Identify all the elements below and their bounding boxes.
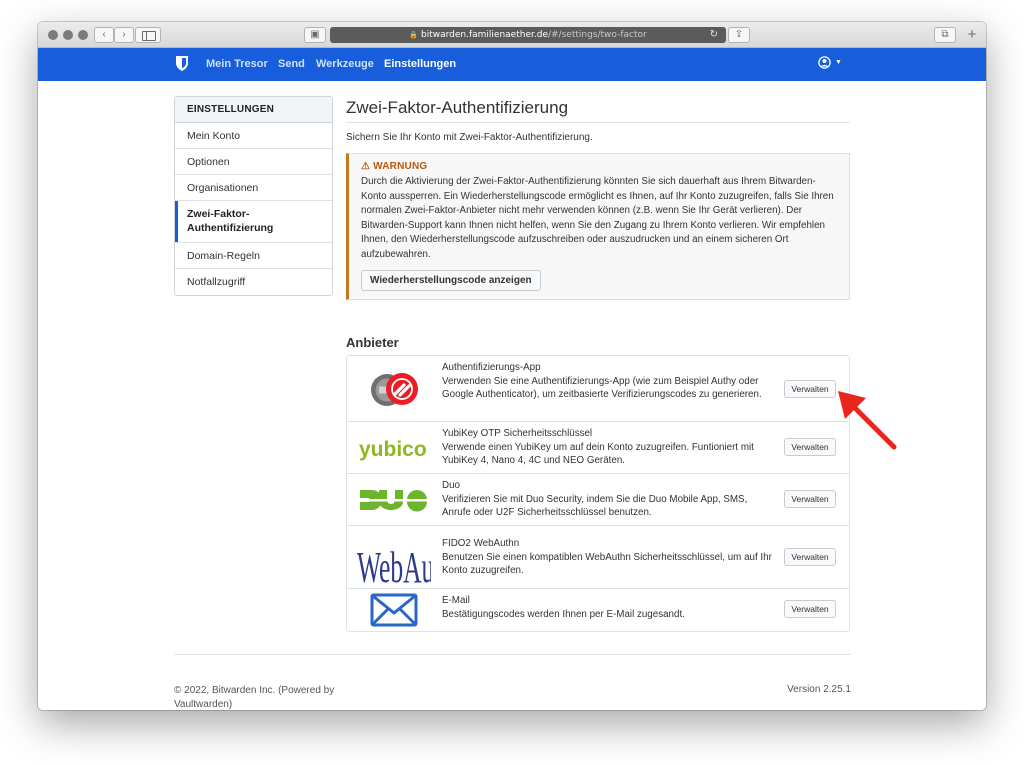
providers-list: Authentifizierungs-App Verwenden Sie ein… xyxy=(346,355,850,632)
warning-title: ⚠ WARNUNG xyxy=(361,161,837,172)
main-panel: Zwei-Faktor-Authentifizierung Sichern Si… xyxy=(346,96,850,632)
manage-email-button[interactable]: Verwalten xyxy=(784,600,836,618)
address-bar[interactable]: 🔒 bitwarden.familienaether.de/#/settings/… xyxy=(330,27,726,43)
settings-sidebar: EINSTELLUNGEN Mein Konto Optionen Organi… xyxy=(174,96,333,296)
tabs-icon: ⧉ xyxy=(941,29,949,40)
provider-row-duo: Duo Verifizieren Sie mit Duo Security, i… xyxy=(347,474,849,526)
manage-authenticator-button[interactable]: Verwalten xyxy=(784,380,836,398)
envelope-icon xyxy=(357,589,431,631)
warning-triangle-icon: ⚠ xyxy=(361,161,371,172)
footer-copyright: © 2022, Bitwarden Inc. (Powered by Vault… xyxy=(174,685,335,710)
provider-name: Authentifizierungs-App xyxy=(442,362,541,373)
manage-webauthn-button[interactable]: Verwalten xyxy=(784,548,836,566)
browser-toolbar: ‹ › ▣ 🔒 bitwarden.familienaether.de/#/set… xyxy=(38,22,986,48)
forward-button[interactable]: › xyxy=(114,27,134,43)
warning-text: Durch die Aktivierung der Zwei-Faktor-Au… xyxy=(361,176,834,260)
manage-duo-button[interactable]: Verwalten xyxy=(784,490,836,508)
provider-name: YubiKey OTP Sicherheitsschlüssel xyxy=(442,428,593,439)
bitwarden-shield-icon[interactable] xyxy=(175,55,189,72)
sidebar-item-domain-regeln[interactable]: Domain-Regeln xyxy=(175,243,332,269)
sidebar-item-organisationen[interactable]: Organisationen xyxy=(175,175,332,201)
sidebar-item-mein-konto[interactable]: Mein Konto xyxy=(175,123,332,149)
footer-divider xyxy=(174,654,851,655)
footer-version: Version 2.25.1 xyxy=(787,684,851,695)
webauthn-logo: WebAuthn xyxy=(357,526,467,592)
chevron-left-icon: ‹ xyxy=(102,29,106,40)
provider-description: Verwende einen YubiKey um auf dein Konto… xyxy=(442,441,754,467)
provider-description: Benutzen Sie einen kompatiblen WebAuthn … xyxy=(442,551,772,577)
sidebar-item-notfallzugriff[interactable]: Notfallzugriff xyxy=(175,269,332,295)
provider-name: FIDO2 WebAuthn xyxy=(442,538,520,549)
page-lead: Sichern Sie Ihr Konto mit Zwei-Faktor-Au… xyxy=(346,132,593,143)
sidebar-heading: EINSTELLUNGEN xyxy=(175,97,332,123)
authenticator-app-logo xyxy=(357,356,431,422)
lock-icon: 🔒 xyxy=(409,31,418,39)
provider-row-email: E-Mail Bestätigungscodes werden Ihnen pe… xyxy=(347,589,849,631)
nav-werkzeuge[interactable]: Werkzeuge xyxy=(316,48,374,81)
close-window-button[interactable] xyxy=(48,30,58,40)
provider-row-authenticator: Authentifizierungs-App Verwenden Sie ein… xyxy=(347,356,849,422)
page-title: Zwei-Faktor-Authentifizierung xyxy=(346,96,850,123)
yubico-logo: yubico xyxy=(357,422,431,474)
provider-description: Verwenden Sie eine Authentifizierungs-Ap… xyxy=(442,375,762,401)
account-menu[interactable]: ▼ xyxy=(818,56,842,74)
share-button[interactable]: ⇪ xyxy=(728,27,750,43)
provider-name: E-Mail xyxy=(442,595,470,606)
sidebar-item-zwei-faktor[interactable]: Zwei-Faktor-Authentifizierung xyxy=(175,201,332,243)
provider-text: FIDO2 WebAuthn Benutzen Sie einen kompat… xyxy=(442,537,772,578)
webauthn-logo-text: WebAuthn xyxy=(357,543,431,589)
browser-window: ‹ › ▣ 🔒 bitwarden.familienaether.de/#/set… xyxy=(38,22,986,710)
tab-overview-button[interactable]: ⧉ xyxy=(934,27,956,43)
provider-text: Duo Verifizieren Sie mit Duo Security, i… xyxy=(442,479,772,520)
nav-einstellungen[interactable]: Einstellungen xyxy=(384,48,456,81)
warning-title-text: WARNUNG xyxy=(373,161,428,172)
provider-text: Authentifizierungs-App Verwenden Sie ein… xyxy=(442,361,772,402)
chevron-down-icon: ▼ xyxy=(835,59,842,66)
sidebar-toggle-button[interactable] xyxy=(135,27,161,43)
sidebar-item-optionen[interactable]: Optionen xyxy=(175,149,332,175)
nav-mein-tresor[interactable]: Mein Tresor xyxy=(206,48,268,81)
new-tab-button[interactable]: + xyxy=(962,27,982,45)
address-path: /#/settings/two-factor xyxy=(547,30,647,40)
privacy-report-button[interactable]: ▣ xyxy=(304,27,326,43)
provider-description: Verifizieren Sie mit Duo Security, indem… xyxy=(442,493,748,519)
provider-row-webauthn: WebAuthn FIDO2 WebAuthn Benutzen Sie ein… xyxy=(347,526,849,592)
back-button[interactable]: ‹ xyxy=(94,27,114,43)
share-icon: ⇪ xyxy=(734,29,744,40)
duo-logo xyxy=(357,474,431,526)
provider-text: E-Mail Bestätigungscodes werden Ihnen pe… xyxy=(442,594,772,621)
warning-callout: ⚠ WARNUNG Durch die Aktivierung der Zwei-… xyxy=(346,153,850,300)
nav-send[interactable]: Send xyxy=(278,48,305,81)
annotation-arrow-icon xyxy=(838,391,897,450)
user-circle-icon xyxy=(818,56,831,69)
shield-icon: ▣ xyxy=(310,29,320,40)
provider-row-yubikey: yubico YubiKey OTP Sicherheitsschlüssel … xyxy=(347,422,849,474)
providers-heading: Anbieter xyxy=(346,335,399,350)
manage-yubikey-button[interactable]: Verwalten xyxy=(784,438,836,456)
minimize-window-button[interactable] xyxy=(63,30,73,40)
yubico-logo-text: yubico xyxy=(359,438,427,461)
zoom-window-button[interactable] xyxy=(78,30,88,40)
provider-text: YubiKey OTP Sicherheitsschlüssel Verwend… xyxy=(442,427,772,468)
provider-name: Duo xyxy=(442,480,460,491)
address-host: bitwarden.familienaether.de xyxy=(421,30,548,40)
view-recovery-code-button[interactable]: Wiederherstellungscode anzeigen xyxy=(361,270,541,291)
app-navbar: Mein Tresor Send Werkzeuge Einstellungen… xyxy=(38,48,986,81)
reload-icon[interactable]: ↻ xyxy=(710,27,718,43)
chevron-right-icon: › xyxy=(122,29,126,40)
provider-description: Bestätigungscodes werden Ihnen per E-Mai… xyxy=(442,608,685,620)
